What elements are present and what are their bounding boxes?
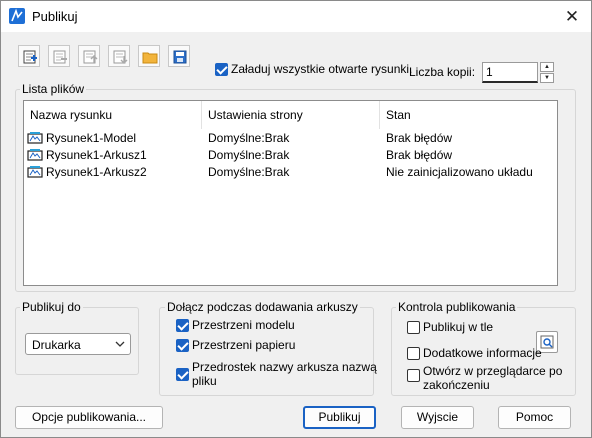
chevron-down-icon: [115, 341, 125, 347]
drawing-file-icon: [27, 149, 43, 161]
save-icon[interactable]: [168, 45, 190, 67]
prefix-label-line2: pliku: [192, 374, 217, 388]
publish-button[interactable]: Publikuj: [303, 406, 376, 429]
load-all-label: Załaduj wszystkie otwarte rysunki.: [231, 62, 413, 76]
help-button[interactable]: Pomoc: [498, 406, 571, 429]
open-in-viewer-checkbox[interactable]: [407, 369, 420, 382]
copies-label: Liczba kopii:: [409, 65, 476, 79]
move-up-icon[interactable]: [78, 45, 100, 67]
publish-to-title: Publikuj do: [20, 300, 83, 314]
prefix-label-line1: Przedrostek nazwy arkusza nazwą: [192, 360, 377, 374]
page-setup: Domyślne:Brak: [208, 131, 290, 145]
control-title: Kontrola publikowania: [396, 300, 518, 314]
list-item[interactable]: Rysunek1-Arkusz2 Domyślne:Brak Nie zaini…: [24, 164, 557, 181]
drawing-name: Rysunek1-Arkusz1: [46, 148, 147, 162]
status: Brak błędów: [386, 148, 453, 162]
prefix-checkbox[interactable]: [176, 368, 189, 381]
move-down-icon[interactable]: [108, 45, 130, 67]
app-icon: [9, 8, 25, 24]
page-setup: Domyślne:Brak: [208, 165, 290, 179]
model-space-checkbox[interactable]: [176, 319, 189, 332]
list-item[interactable]: Rysunek1-Arkusz1 Domyślne:Brak Brak błęd…: [24, 147, 557, 164]
background-label: Publikuj w tle: [423, 320, 494, 334]
paper-space-checkbox[interactable]: [176, 339, 189, 352]
status: Nie zainicjalizowano układu: [386, 165, 533, 179]
publish-to-value: Drukarka: [32, 338, 81, 352]
open-in-viewer-label-line2: zakończeniu: [423, 378, 490, 392]
column-header-status[interactable]: Stan: [380, 101, 557, 129]
extra-info-label: Dodatkowe informacje: [423, 346, 542, 360]
open-in-viewer-label-line1: Otwórz w przeglądarce po: [423, 364, 563, 378]
model-space-label: Przestrzeni modelu: [192, 318, 295, 332]
page-setup: Domyślne:Brak: [208, 148, 290, 162]
add-sheets-icon[interactable]: [18, 45, 40, 67]
spin-down-icon[interactable]: ▼: [540, 73, 554, 83]
list-item[interactable]: Rysunek1-Model Domyślne:Brak Brak błędów: [24, 130, 557, 147]
remove-sheets-icon[interactable]: [48, 45, 70, 67]
copies-input[interactable]: 1: [482, 62, 538, 83]
title-bar: Publikuj ✕: [1, 1, 591, 32]
drawing-file-icon: [27, 132, 43, 144]
status: Brak błędów: [386, 131, 453, 145]
exit-button[interactable]: Wyjscie: [401, 406, 474, 429]
column-header-name[interactable]: Nazwa rysunku: [24, 101, 202, 129]
column-header-setup[interactable]: Ustawienia strony: [202, 101, 380, 129]
publish-dialog: Publikuj ✕ Załaduj wszystkie otwarte rys…: [0, 0, 592, 438]
publish-to-select[interactable]: Drukarka: [25, 333, 131, 355]
extra-info-checkbox[interactable]: [407, 347, 420, 360]
include-title: Dołącz podczas dodawania arkuszy: [165, 300, 360, 314]
publish-options-button[interactable]: Opcje publikowania...: [15, 406, 163, 429]
drawing-name: Rysunek1-Model: [46, 131, 137, 145]
drawing-name: Rysunek1-Arkusz2: [46, 165, 147, 179]
open-folder-icon[interactable]: [138, 45, 160, 67]
spin-up-icon[interactable]: ▲: [540, 62, 554, 72]
close-icon[interactable]: ✕: [561, 6, 583, 28]
paper-space-label: Przestrzeni papieru: [192, 338, 296, 352]
window-title: Publikuj: [32, 9, 78, 24]
drawing-file-icon: [27, 166, 43, 178]
load-all-checkbox[interactable]: [215, 63, 228, 76]
file-list-title: Lista plików: [20, 82, 87, 96]
background-checkbox[interactable]: [407, 321, 420, 334]
file-list[interactable]: Nazwa rysunku Ustawienia strony Stan Rys…: [23, 100, 558, 286]
